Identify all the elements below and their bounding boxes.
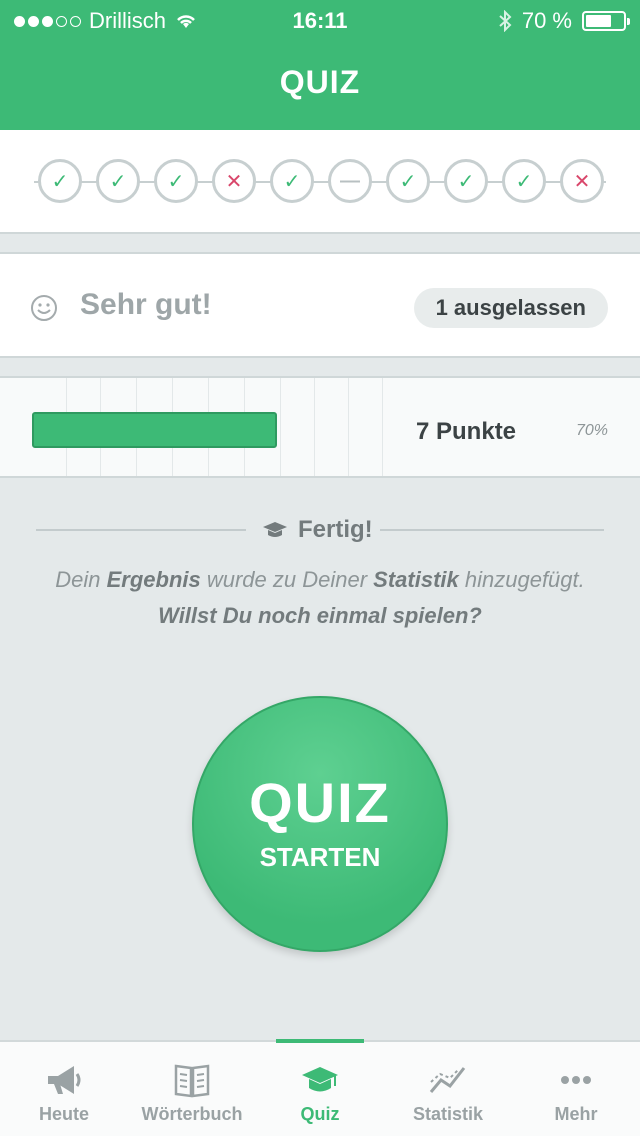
- answer-correct-icon: ✓: [270, 159, 314, 203]
- finished-text: Fertig!: [298, 516, 373, 543]
- answer-correct-icon: ✓: [444, 159, 488, 203]
- battery-percent: 70 %: [521, 8, 572, 33]
- tab-statistik[interactable]: Statistik: [384, 1042, 512, 1136]
- megaphone-icon: [48, 1066, 81, 1094]
- status-right: 70 %: [498, 8, 630, 34]
- answer-correct-icon: ✓: [502, 159, 546, 203]
- tab-mehr[interactable]: Mehr: [512, 1042, 640, 1136]
- page-title: QUIZ: [279, 64, 361, 100]
- start-button-subtitle: STARTEN: [259, 842, 381, 872]
- answer-progress: ✓ ✓ ✓ ✕ ✓ — ✓ ✓ ✓ ✕: [0, 130, 640, 234]
- score-row: 7 Punkte 70%: [0, 376, 640, 478]
- finished-message: Dein Ergebnis wurde zu Deiner Statistik …: [0, 562, 640, 634]
- more-icon: [561, 1076, 591, 1084]
- msg-text: hinzugefügt.: [458, 567, 585, 592]
- divider-line: [380, 529, 604, 531]
- tab-woerterbuch[interactable]: Wörterbuch: [128, 1042, 256, 1136]
- tab-label: Wörterbuch: [141, 1104, 243, 1124]
- answer-correct-icon: ✓: [154, 159, 198, 203]
- graduation-cap-icon: [302, 1067, 338, 1092]
- finished-divider: Fertig!: [36, 516, 604, 544]
- tab-bar: Heute Wörterbuch Quiz Statistik Mehr: [0, 1039, 640, 1136]
- tab-label: Statistik: [412, 1104, 484, 1124]
- answer-circles: ✓ ✓ ✓ ✕ ✓ — ✓ ✓ ✓ ✕: [38, 159, 604, 203]
- percent-label: 70%: [575, 422, 608, 439]
- answer-correct-icon: ✓: [386, 159, 430, 203]
- result-rating: Sehr gut!: [80, 288, 212, 321]
- play-again-question: Willst Du noch einmal spielen?: [158, 603, 482, 628]
- tab-quiz[interactable]: Quiz: [256, 1039, 384, 1136]
- header-bar: Drillisch 16:11 70 % QUIZ: [0, 0, 640, 130]
- score-bar-track: [32, 412, 372, 448]
- score-bar: [32, 412, 277, 448]
- bluetooth-icon: [499, 10, 512, 32]
- tab-label: Heute: [38, 1104, 89, 1124]
- finished-label: Fertig!: [262, 516, 373, 544]
- tab-heute[interactable]: Heute: [0, 1042, 128, 1136]
- answer-correct-icon: ✓: [96, 159, 140, 203]
- answer-correct-icon: ✓: [38, 159, 82, 203]
- points-label: 7 Punkte: [416, 418, 517, 445]
- start-quiz-button[interactable]: QUIZ STARTEN: [192, 696, 448, 952]
- msg-emphasis: Statistik: [373, 567, 459, 592]
- msg-text: Dein: [55, 567, 107, 592]
- start-button-title: QUIZ: [249, 771, 391, 834]
- result-row: Sehr gut! 1 ausgelassen: [0, 252, 640, 358]
- skipped-badge: 1 ausgelassen: [413, 288, 608, 328]
- book-icon: [174, 1064, 210, 1098]
- graduation-cap-icon: [263, 522, 287, 537]
- status-bar: Drillisch 16:11 70 %: [0, 0, 640, 40]
- divider-line: [36, 529, 246, 531]
- msg-emphasis: Ergebnis: [106, 567, 201, 592]
- answer-wrong-icon: ✕: [212, 159, 256, 203]
- tab-label: Mehr: [554, 1104, 598, 1124]
- battery-icon: [582, 11, 630, 31]
- tab-label: Quiz: [300, 1104, 340, 1124]
- answer-skipped-icon: —: [328, 159, 372, 203]
- answer-wrong-icon: ✕: [560, 159, 604, 203]
- smiley-icon: [31, 295, 57, 321]
- chart-icon: [429, 1067, 466, 1093]
- msg-text: wurde zu Deiner: [200, 567, 374, 592]
